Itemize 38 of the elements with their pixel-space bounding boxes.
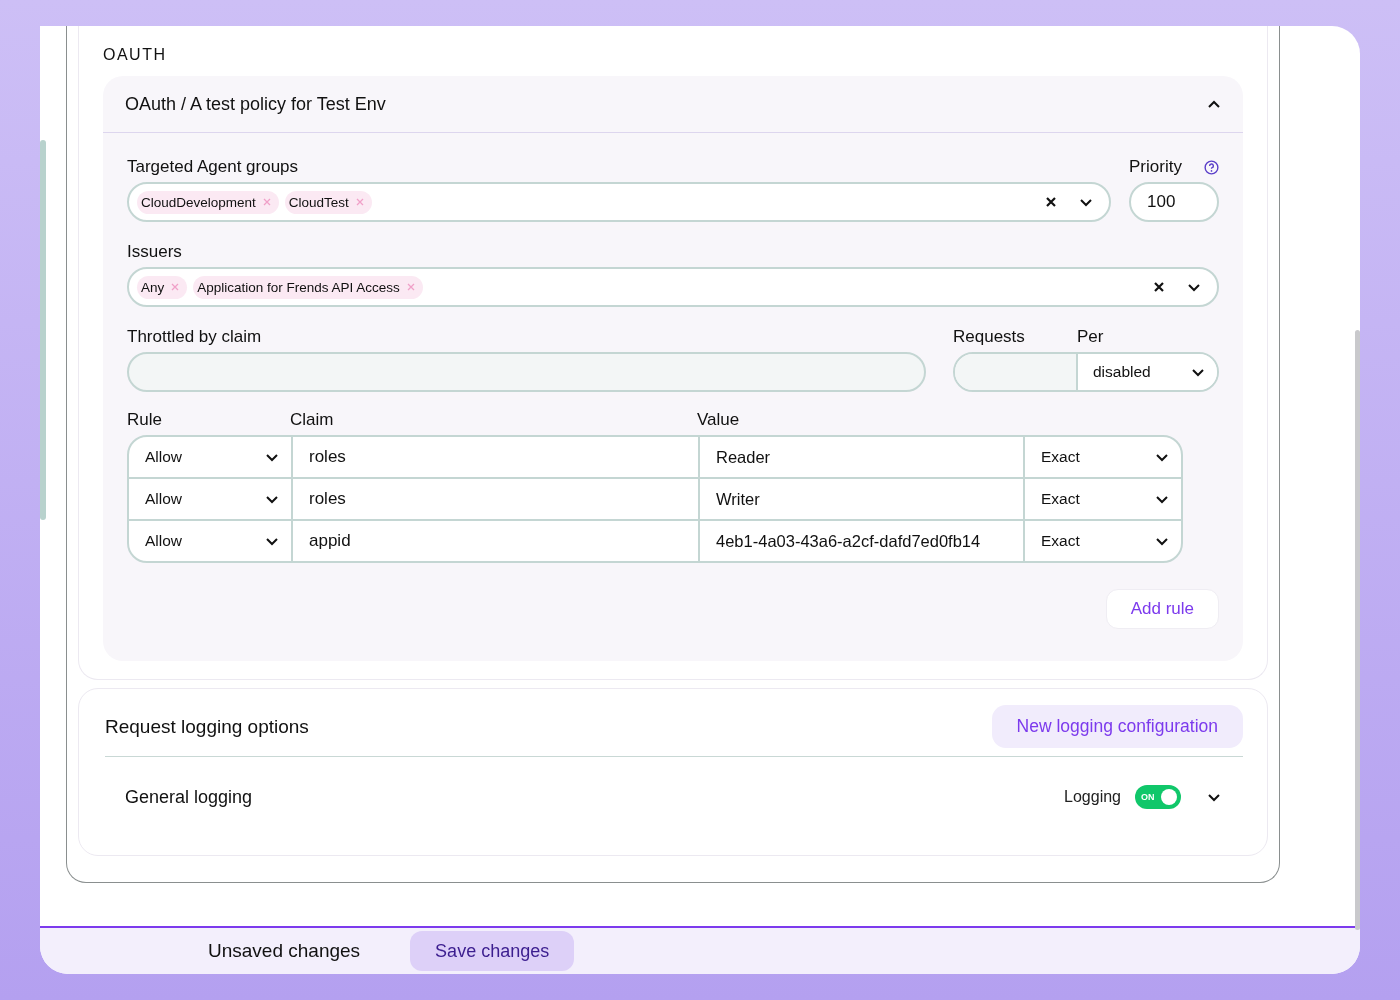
match-select[interactable]: Exact xyxy=(1023,479,1181,519)
agent-groups-select[interactable]: CloudDevelopment CloudTest xyxy=(127,182,1111,222)
claim-field[interactable]: appid xyxy=(291,521,698,561)
add-rule-button[interactable]: Add rule xyxy=(1105,589,1219,629)
match-select[interactable]: Exact xyxy=(1023,521,1181,561)
logging-item-title: General logging xyxy=(125,786,254,808)
unsaved-status: Unsaved changes xyxy=(208,940,361,962)
value-field[interactable]: Writer xyxy=(698,479,1023,519)
rule-select[interactable]: Allow xyxy=(129,479,291,519)
section-title: Request logging options xyxy=(105,715,309,738)
tag-chip[interactable]: Application for Frends API Access xyxy=(193,275,423,299)
field-label: Per xyxy=(1077,327,1104,347)
field-label: Issuers xyxy=(127,242,183,262)
claim-field[interactable]: roles xyxy=(291,437,698,477)
rule-select[interactable]: Allow xyxy=(129,437,291,477)
tag-chip[interactable]: CloudDevelopment xyxy=(137,190,279,214)
column-header: Claim xyxy=(290,410,335,430)
toggle-label: Logging xyxy=(1064,788,1121,806)
rule-select[interactable]: Allow xyxy=(129,521,291,561)
match-select[interactable]: Exact xyxy=(1023,437,1181,477)
field-label: Priority xyxy=(1129,157,1182,177)
new-logging-button[interactable]: New logging configuration xyxy=(991,705,1243,748)
section-heading: OAUTH xyxy=(103,46,168,64)
field-label: Throttled by claim xyxy=(127,327,263,347)
issuers-select[interactable]: Any Application for Frends API Access xyxy=(127,267,1219,307)
column-header: Rule xyxy=(127,410,163,430)
column-header: Value xyxy=(697,410,741,430)
policy-title: OAuth / A test policy for Test Env xyxy=(125,93,386,115)
tag-chip[interactable]: Any xyxy=(137,275,188,299)
field-label: Requests xyxy=(953,327,1026,347)
value-field[interactable]: 4eb1-4a03-43a6-a2cf-dafd7ed0fb14 xyxy=(698,521,1023,561)
tag-chip[interactable]: CloudTest xyxy=(284,190,372,214)
field-label: Targeted Agent groups xyxy=(127,157,300,177)
value-field[interactable]: Reader xyxy=(698,437,1023,477)
claim-field[interactable]: roles xyxy=(291,479,698,519)
save-button[interactable]: Save changes xyxy=(410,931,575,971)
priority-field[interactable]: 100 xyxy=(1129,182,1219,222)
accordion-header[interactable]: OAuth / A test policy for Test Env xyxy=(103,76,1243,133)
